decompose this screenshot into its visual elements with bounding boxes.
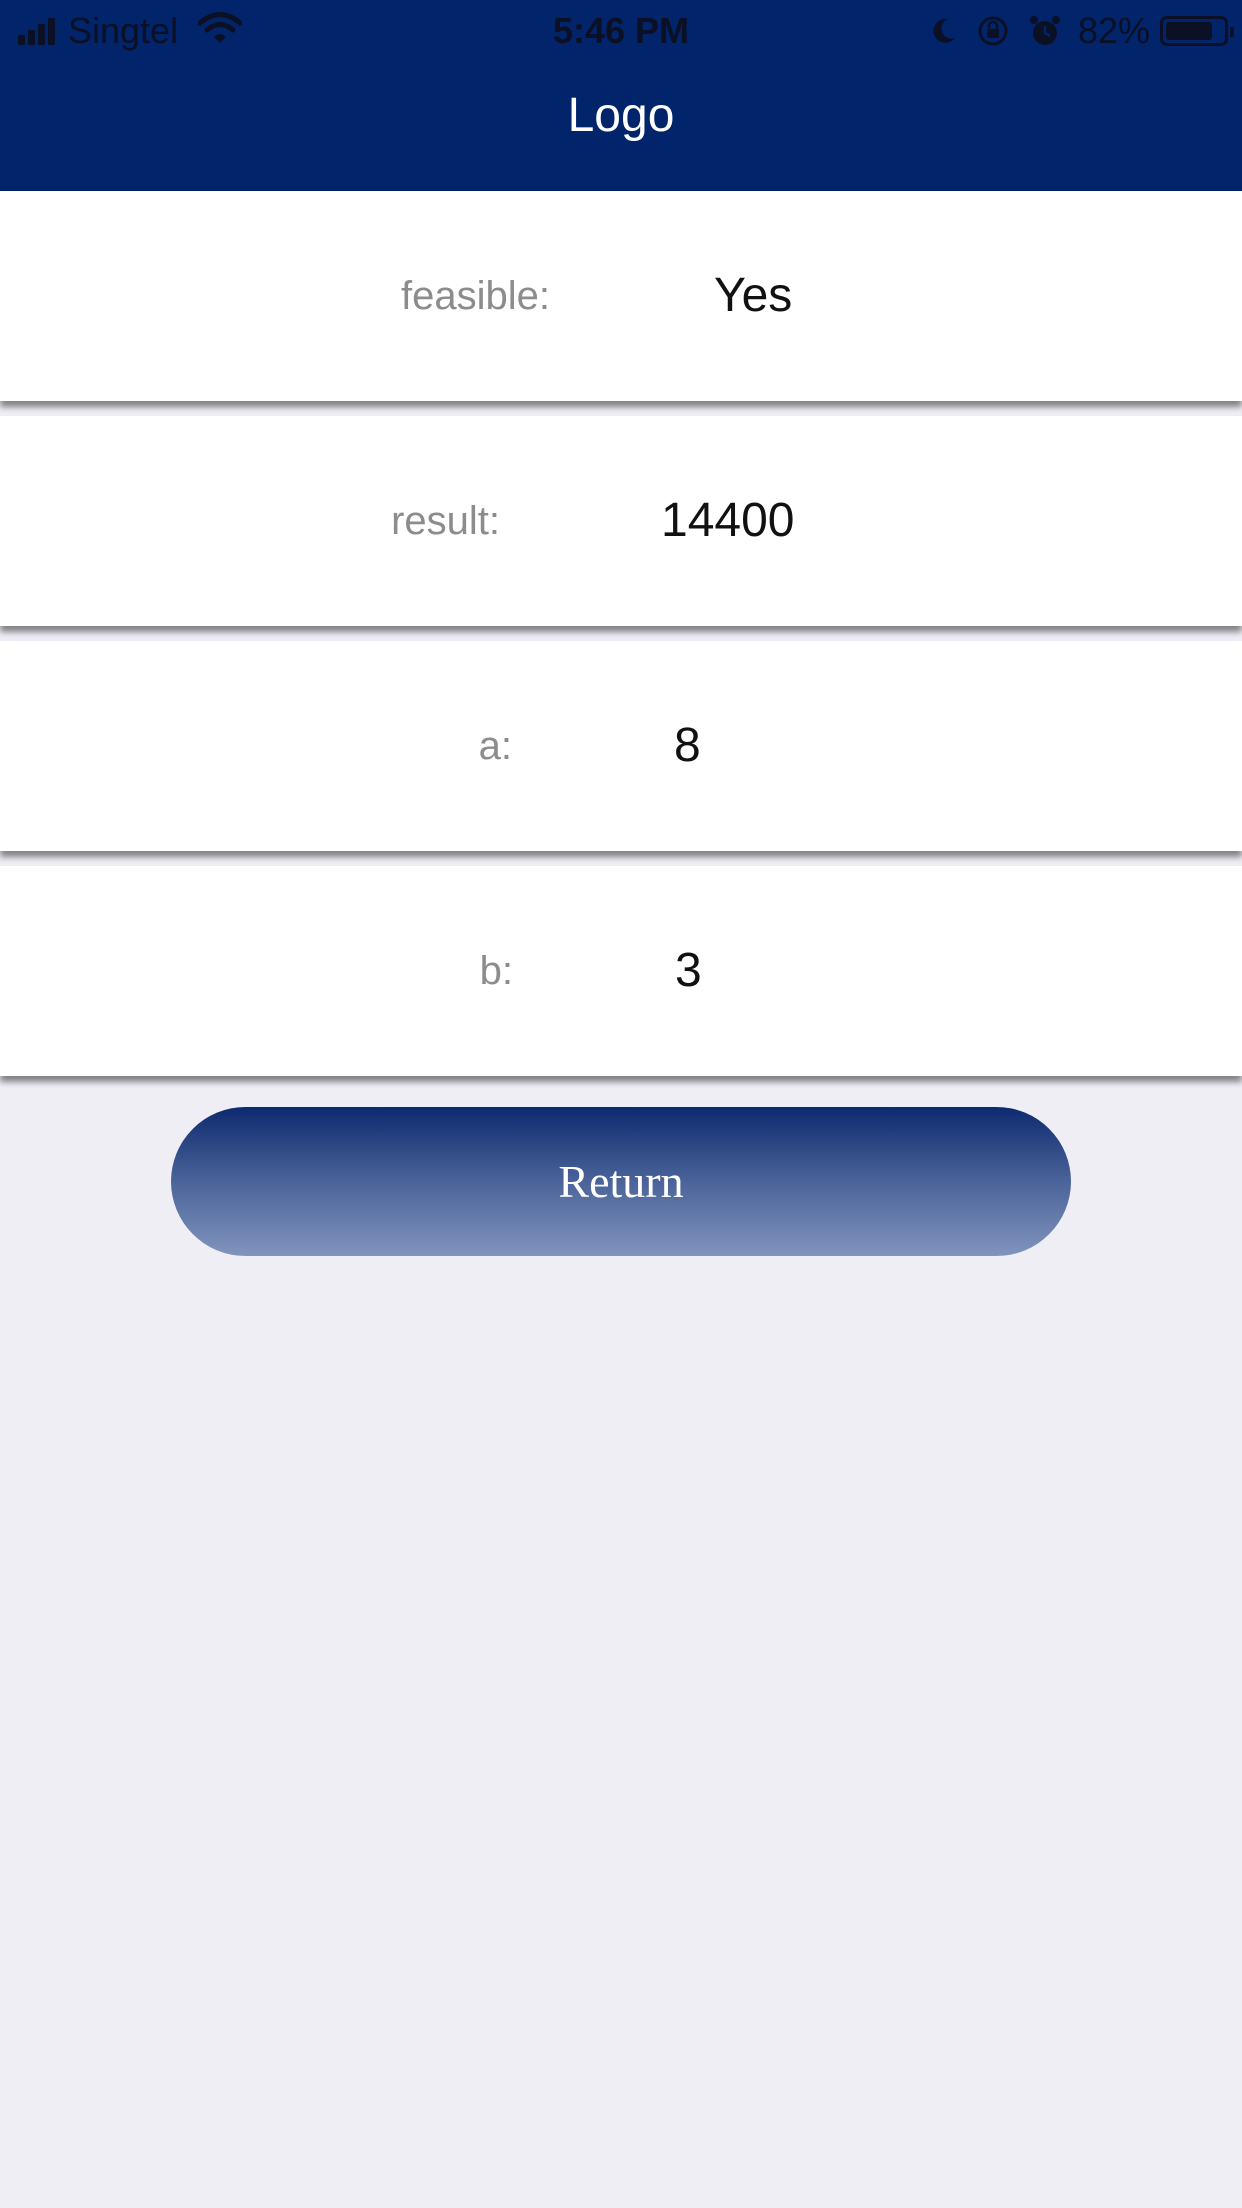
alarm-icon — [1028, 14, 1062, 48]
row-value: 3 — [675, 944, 702, 997]
battery-percent: 82% — [1077, 10, 1150, 51]
rotation-lock-icon — [976, 14, 1010, 48]
result-row-feasible: feasible: Yes — [0, 191, 1242, 401]
row-value: Yes — [714, 269, 793, 322]
result-row-b: b: 3 — [0, 866, 1242, 1076]
status-bar: Singtel 5:46 PM 82% — [0, 0, 1242, 62]
row-label: b: — [479, 949, 513, 993]
battery-icon — [1160, 16, 1234, 46]
app-header: Singtel 5:46 PM 82% Logo — [0, 0, 1242, 191]
result-row-a: a: 8 — [0, 641, 1242, 851]
moon-icon — [928, 16, 958, 46]
result-row-result: result: 14400 — [0, 416, 1242, 626]
return-button[interactable]: Return — [171, 1107, 1071, 1256]
row-label: result: — [391, 499, 500, 543]
row-label: feasible: — [401, 274, 550, 318]
row-value: 14400 — [661, 494, 795, 547]
row-label: a: — [478, 724, 512, 768]
page-title: Logo — [567, 89, 675, 142]
row-value: 8 — [674, 719, 701, 772]
